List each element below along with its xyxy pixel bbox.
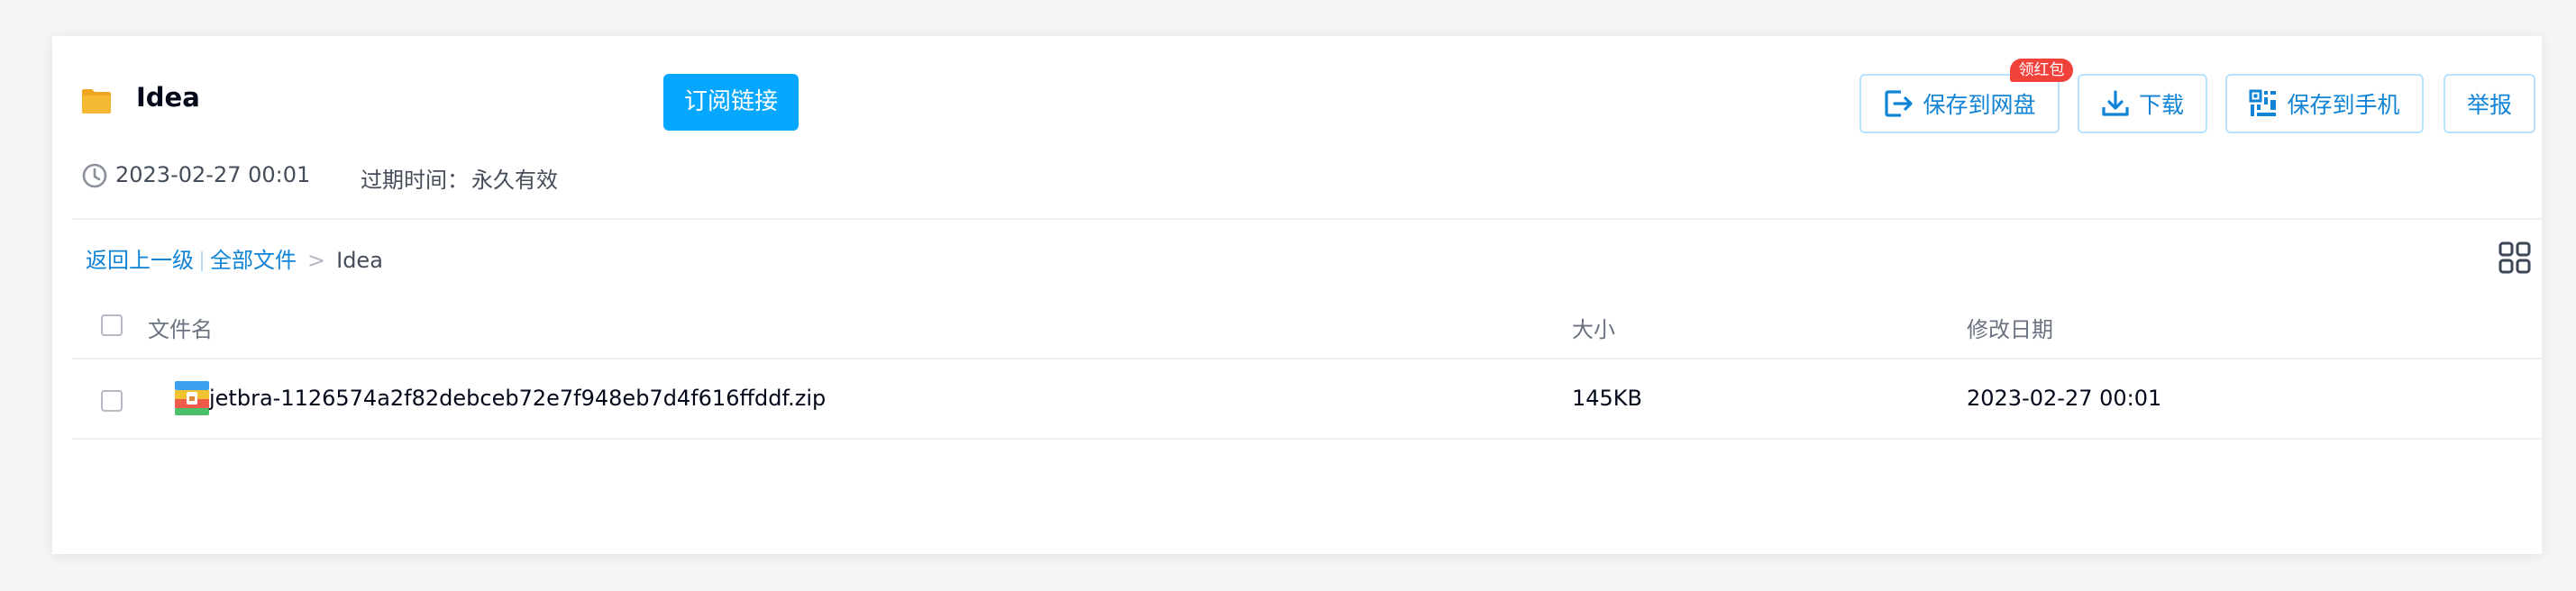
subscribe-link-button[interactable]: 订阅链接 [663, 74, 799, 131]
save-to-phone-label: 保存到手机 [2287, 92, 2400, 118]
clock-icon [82, 163, 107, 188]
table-row-divider [72, 438, 2542, 440]
column-header-size[interactable]: 大小 [1572, 312, 1615, 343]
save-to-phone-button[interactable]: 保存到手机 [2225, 74, 2424, 133]
folder-title: Idea [136, 82, 200, 113]
share-date: 2023-02-27 00:01 [115, 162, 311, 187]
file-modified: 2023-02-27 00:01 [1967, 386, 2162, 411]
all-files-link[interactable]: 全部文件 [210, 248, 297, 273]
breadcrumb-separator: > [307, 248, 326, 273]
back-link[interactable]: 返回上一级 [86, 248, 194, 273]
save-to-cloud-icon [1885, 90, 1914, 117]
breadcrumb-current: Idea [336, 248, 383, 273]
column-header-name[interactable]: 文件名 [148, 312, 213, 343]
expiry-value: 永久有效 [471, 168, 558, 193]
report-button[interactable]: 举报 [2444, 74, 2535, 133]
select-all-checkbox[interactable] [101, 314, 123, 336]
table-row[interactable]: jetbra-1126574a2f82debceb72e7f948eb7d4f6… [72, 361, 2542, 442]
red-packet-badge: 领红包 [2010, 59, 2073, 82]
download-label: 下载 [2138, 92, 2184, 118]
grid-view-icon[interactable] [2498, 241, 2532, 275]
header-divider [72, 218, 2542, 220]
zip-file-icon [175, 381, 209, 415]
row-checkbox[interactable] [101, 390, 123, 412]
file-size: 145KB [1572, 386, 1643, 411]
expiry-label: 过期时间： [361, 168, 469, 193]
download-button[interactable]: 下载 [2078, 74, 2207, 133]
column-header-modified[interactable]: 修改日期 [1967, 312, 2053, 343]
folder-icon [82, 89, 111, 114]
save-to-cloud-label: 保存到网盘 [1923, 92, 2036, 118]
share-panel: Idea 订阅链接 2023-02-27 00:01 过期时间： 永久有效 保存… [52, 36, 2542, 554]
qr-phone-icon [2249, 89, 2277, 116]
report-label: 举报 [2466, 92, 2512, 118]
file-name[interactable]: jetbra-1126574a2f82debceb72e7f948eb7d4f6… [209, 386, 826, 411]
table-header-divider [72, 358, 2542, 359]
download-icon [2102, 90, 2129, 116]
breadcrumb: 返回上一级 全部文件 > Idea [86, 242, 383, 274]
folder-header: Idea 订阅链接 2023-02-27 00:01 过期时间： 永久有效 保存… [52, 36, 2542, 221]
save-to-cloud-button[interactable]: 保存到网盘 [1859, 74, 2060, 133]
breadcrumb-divider [201, 251, 203, 271]
